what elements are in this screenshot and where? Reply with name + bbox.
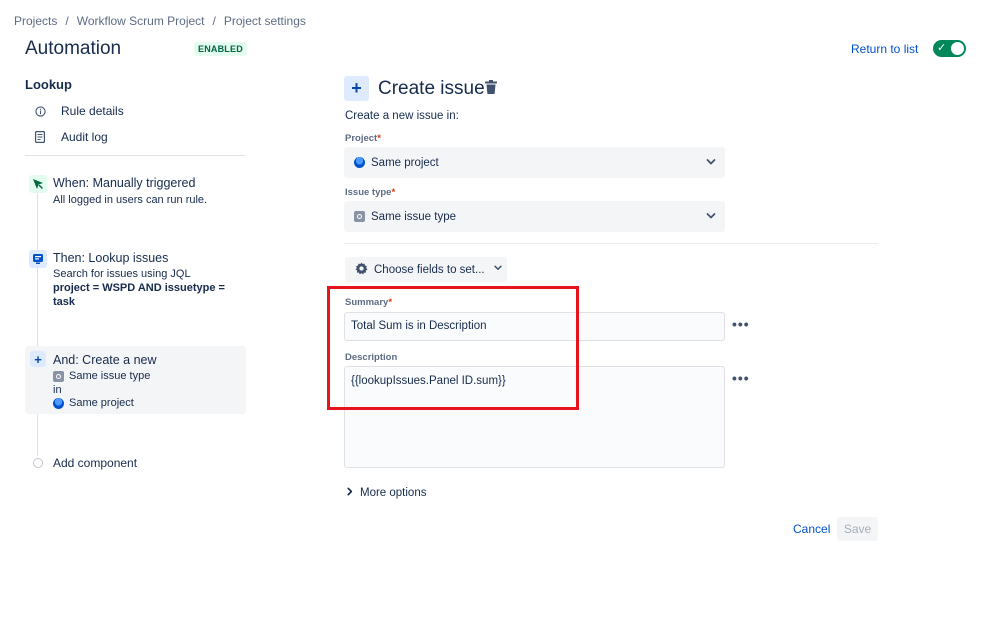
trash-icon[interactable]: [485, 80, 499, 96]
add-component-dot: [33, 458, 43, 468]
project-select-value: Same project: [371, 156, 439, 169]
step-issue-type: Same issue type: [53, 370, 150, 382]
toggle-knob: [951, 42, 964, 55]
step-jql-cont: task: [53, 296, 76, 308]
issue-type-select-value: Same issue type: [371, 210, 457, 223]
step-in-label: in: [53, 384, 62, 396]
highlight-box: [327, 286, 579, 410]
step-description: All logged in users can run rule.: [53, 194, 208, 206]
sidebar-item-label: Audit log: [61, 130, 108, 144]
step-description: Search for issues using JQL: [53, 268, 191, 280]
step-title: Then: Lookup issues: [53, 251, 169, 265]
audit-log-icon: [33, 130, 47, 144]
plus-icon: +: [344, 76, 369, 101]
plus-icon: +: [30, 351, 46, 367]
rule-enabled-toggle[interactable]: ✓: [933, 40, 966, 57]
required-marker: *: [377, 133, 381, 144]
breadcrumb-projects[interactable]: Projects: [14, 14, 57, 28]
sidebar-heading: Lookup: [25, 77, 72, 92]
more-options-label: More options: [360, 487, 427, 499]
chevron-down-icon: [705, 156, 717, 171]
chevron-down-icon: [705, 210, 717, 225]
breadcrumb-workflow-scrum-project[interactable]: Workflow Scrum Project: [77, 14, 205, 28]
project-avatar-icon: [354, 157, 365, 168]
chevron-down-icon: [493, 263, 503, 276]
step-issue-type-label: Same issue type: [69, 370, 151, 382]
sidebar-item-audit-log[interactable]: Audit log: [33, 130, 108, 144]
status-badge: ENABLED: [194, 42, 247, 56]
breadcrumb-separator: /: [212, 14, 216, 28]
issue-type-icon: [354, 211, 365, 222]
breadcrumb: Projects / Workflow Scrum Project / Proj…: [14, 14, 306, 28]
step-title: When: Manually triggered: [53, 176, 196, 190]
section-divider: [344, 243, 878, 244]
step-project: Same project: [53, 397, 134, 409]
step-title: And: Create a new: [53, 353, 157, 367]
project-avatar-icon: [53, 397, 64, 409]
issue-type-icon: [53, 370, 64, 382]
summary-more-icon[interactable]: •••: [732, 316, 750, 332]
step-jql: project = WSPD AND issuetype =: [53, 282, 225, 294]
more-options-toggle[interactable]: More options: [346, 487, 426, 499]
issue-type-select[interactable]: Same issue type: [344, 201, 725, 232]
create-issue-subtitle: Create a new issue in:: [345, 110, 459, 122]
breadcrumb-separator: /: [65, 14, 69, 28]
issue-type-label-text: Issue type: [345, 187, 392, 198]
return-to-list-link[interactable]: Return to list: [851, 42, 918, 56]
rule-chain-connector: [37, 190, 38, 456]
cancel-button[interactable]: Cancel: [793, 522, 830, 536]
page-title: Automation: [25, 38, 122, 59]
sidebar-item-label: Rule details: [61, 104, 124, 118]
required-marker: *: [391, 187, 396, 198]
chevron-right-icon: [346, 487, 354, 499]
choose-fields-button[interactable]: Choose fields to set...: [345, 257, 507, 282]
gear-icon: [355, 261, 368, 278]
save-button[interactable]: Save: [837, 517, 878, 541]
rule-step-trigger[interactable]: When: Manually triggered All logged in u…: [25, 175, 245, 215]
sidebar-divider: [25, 155, 245, 156]
rule-step-create-issue[interactable]: + And: Create a new Same issue type in S…: [25, 346, 246, 414]
project-label: Project*: [345, 133, 381, 144]
lookup-issues-icon: [29, 250, 47, 268]
rule-step-lookup-issues[interactable]: Then: Lookup issues Search for issues us…: [25, 250, 245, 310]
add-component-label: Add component: [53, 456, 138, 470]
issue-type-label: Issue type*: [345, 187, 395, 198]
description-more-icon[interactable]: •••: [732, 370, 750, 386]
project-select[interactable]: Same project: [344, 147, 725, 178]
create-issue-title: Create issue: [378, 78, 485, 99]
add-component-button[interactable]: Add component: [33, 456, 137, 470]
check-icon: ✓: [937, 42, 947, 54]
info-icon: [33, 104, 47, 118]
step-project-label: Same project: [69, 397, 134, 409]
manual-trigger-icon: [29, 175, 47, 193]
sidebar-item-rule-details[interactable]: Rule details: [33, 104, 124, 118]
choose-fields-label: Choose fields to set...: [374, 263, 485, 276]
project-label-text: Project: [345, 133, 378, 144]
breadcrumb-project-settings[interactable]: Project settings: [224, 14, 306, 28]
